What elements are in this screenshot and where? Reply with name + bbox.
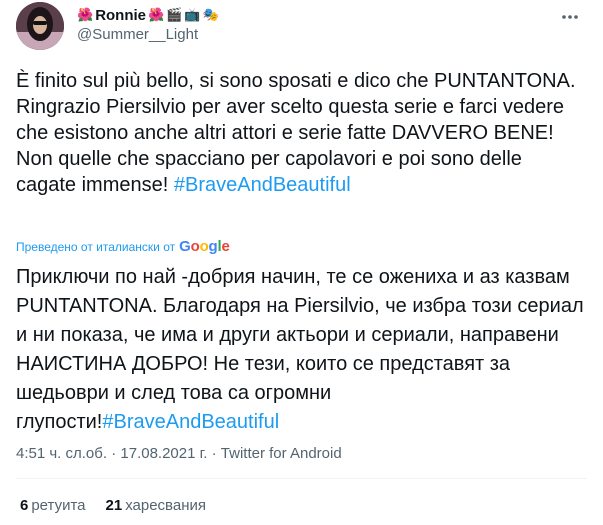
hibiscus-emoji-1: 🌺 [77, 7, 94, 22]
meta-separator: · [111, 445, 117, 462]
clapper-emoji: 🎬 [166, 7, 183, 22]
author-name-row[interactable]: 🌺 Ronnie 🌺 🎬 📺 🎭 [77, 5, 219, 25]
tweet-metadata: 4:51 ч. сл.об. · 17.08.2021 г. · Twitter… [16, 445, 342, 462]
author-display-name[interactable]: Ronnie [95, 7, 146, 24]
translated-label: Преведено от италиански от [16, 239, 176, 254]
more-options-icon [562, 15, 578, 19]
author-handle[interactable]: @Summer__Light [77, 26, 219, 43]
tweet-date[interactable]: 17.08.2021 г. [120, 445, 207, 462]
likes-count: 21 [105, 497, 123, 514]
avatar-image [16, 2, 64, 50]
tv-emoji: 📺 [184, 7, 201, 22]
meta-separator-2: · [211, 445, 217, 462]
tweet-time[interactable]: 4:51 ч. сл.об. [16, 445, 107, 462]
translation-attribution[interactable]: Преведено от италиански от Google [16, 238, 230, 255]
hashtag-link[interactable]: #BraveAndBeautiful [174, 174, 351, 196]
google-logo: Google [179, 238, 230, 255]
translation-hashtag-link[interactable]: #BraveAndBeautiful [102, 411, 279, 433]
translation-body: Приключи по най -добрия начин, те се оже… [16, 266, 584, 433]
masks-emoji: 🎭 [202, 7, 219, 22]
divider [16, 478, 587, 479]
translated-text: Приключи по най -добрия начин, те се оже… [16, 263, 591, 437]
retweets-label: ретуита [31, 497, 86, 514]
retweets-stat[interactable]: 6 ретуита [20, 497, 86, 514]
retweets-count: 6 [20, 497, 29, 514]
avatar[interactable] [16, 2, 64, 50]
likes-stat[interactable]: 21 харесвания [106, 497, 206, 514]
more-options-button[interactable] [556, 7, 584, 27]
likes-label: харесвания [125, 497, 206, 514]
tweet-source[interactable]: Twitter for Android [221, 445, 342, 462]
tweet-stats: 6 ретуита 21 харесвания [20, 497, 206, 514]
tweet-text: È finito sul più bello, si sono sposati … [16, 68, 586, 198]
author-info[interactable]: 🌺 Ronnie 🌺 🎬 📺 🎭 @Summer__Light [77, 5, 219, 44]
hibiscus-emoji-2: 🌺 [148, 7, 165, 22]
